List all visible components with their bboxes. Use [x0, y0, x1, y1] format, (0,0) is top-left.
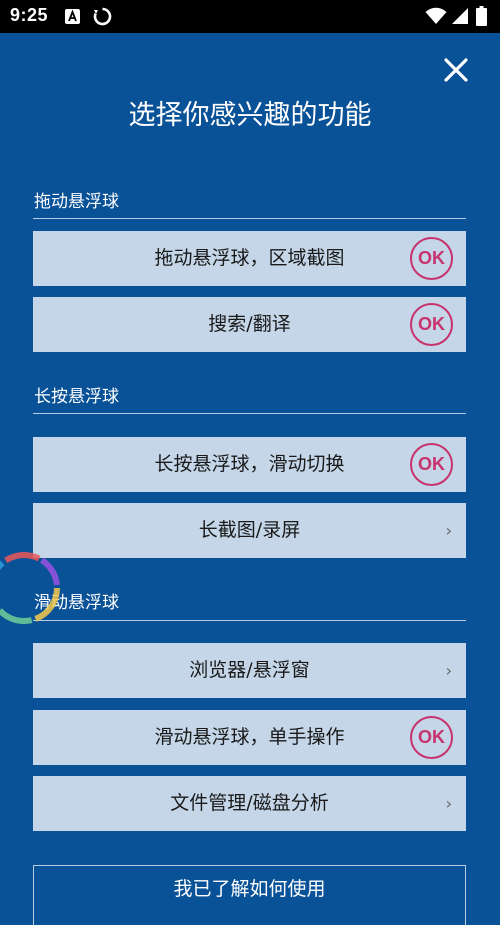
feature-item-label: 长截图/录屏 [198, 519, 301, 541]
floating-ball-icon[interactable] [0, 546, 66, 630]
feature-item-label: 长按悬浮球，滑动切换 [154, 453, 345, 475]
feature-item-label: 浏览器/悬浮窗 [189, 659, 310, 681]
chevron-right-icon: › [445, 521, 452, 540]
section-divider [33, 218, 466, 219]
sync-circle-icon [93, 7, 112, 26]
close-icon[interactable] [438, 52, 474, 88]
feature-item-label: 搜索/翻译 [208, 313, 291, 335]
wifi-icon [425, 7, 447, 24]
ok-badge: OK [410, 237, 453, 280]
dialog-title: 选择你感兴趣的功能 [128, 100, 372, 131]
status-bar: 9:25 [0, 0, 500, 33]
feature-item-drag-area-screenshot[interactable]: 拖动悬浮球，区域截图 OK [33, 231, 466, 286]
status-time: 9:25 [10, 5, 49, 25]
section-divider [33, 620, 466, 621]
section-label-drag: 拖动悬浮球 [34, 192, 119, 212]
feature-item-long-screenshot-record[interactable]: 长截图/录屏 › [33, 503, 466, 558]
feature-item-search-translate[interactable]: 搜索/翻译 OK [33, 297, 466, 352]
feature-item-browser-floating-window[interactable]: 浏览器/悬浮窗 › [33, 643, 466, 698]
section-label-long-press: 长按悬浮球 [34, 387, 119, 407]
ok-badge: OK [410, 716, 453, 759]
feature-item-label: 拖动悬浮球，区域截图 [154, 247, 345, 269]
ok-badge: OK [410, 443, 453, 486]
feature-item-label: 滑动悬浮球，单手操作 [154, 726, 345, 748]
ok-badge: OK [410, 303, 453, 346]
confirm-understood-button[interactable]: 我已了解如何使用 [33, 865, 466, 925]
chevron-right-icon: › [445, 794, 452, 813]
feature-item-file-disk-analysis[interactable]: 文件管理/磁盘分析 › [33, 776, 466, 831]
feature-item-long-press-switch[interactable]: 长按悬浮球，滑动切换 OK [33, 437, 466, 492]
feature-item-swipe-one-hand[interactable]: 滑动悬浮球，单手操作 OK [33, 710, 466, 765]
section-divider [33, 413, 466, 414]
chevron-right-icon: › [445, 661, 452, 680]
signal-icon [452, 8, 468, 24]
feature-item-label: 文件管理/磁盘分析 [170, 792, 329, 814]
accessibility-a-icon [65, 9, 80, 24]
battery-icon [476, 6, 487, 26]
